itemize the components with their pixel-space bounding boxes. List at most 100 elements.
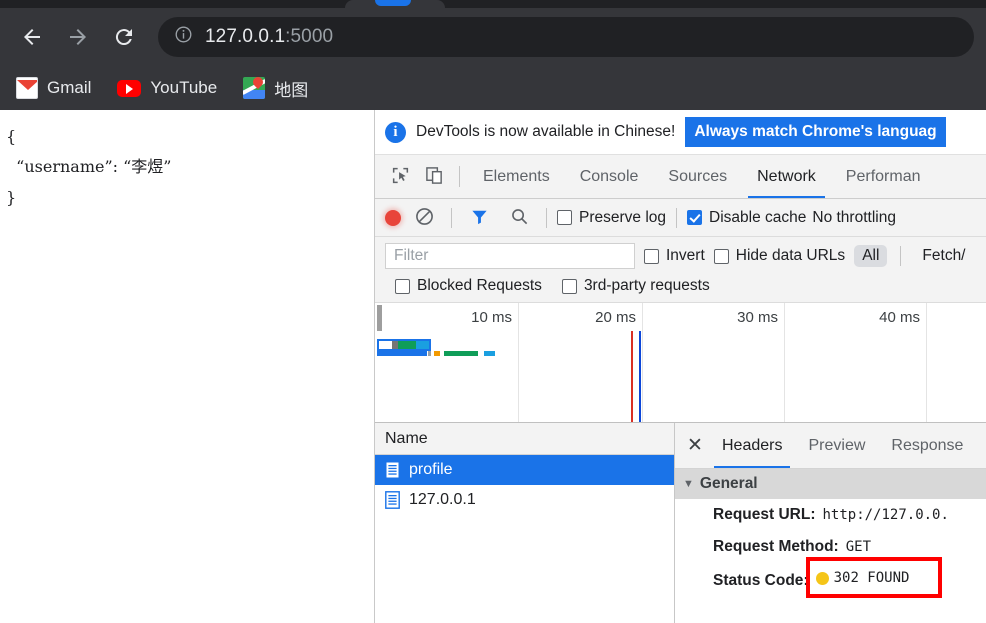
devtools-language-banner: i DevTools is now available in Chinese! … bbox=[375, 110, 986, 155]
google-maps-icon bbox=[243, 77, 266, 99]
blocked-requests-label: Blocked Requests bbox=[417, 277, 542, 294]
back-arrow-icon bbox=[20, 25, 44, 49]
timeline-gridline bbox=[642, 303, 643, 422]
tab-network[interactable]: Network bbox=[742, 155, 831, 198]
table-row[interactable]: 127.0.0.1 bbox=[375, 485, 674, 515]
third-party-requests-checkbox[interactable] bbox=[561, 278, 577, 294]
youtube-icon bbox=[117, 79, 142, 97]
inspect-element-icon bbox=[391, 166, 410, 188]
bookmarks-bar: Gmail YouTube 地图 bbox=[0, 66, 986, 110]
browser-toolbar: 127.0.0.1:5000 bbox=[0, 8, 986, 66]
reload-button[interactable] bbox=[104, 17, 144, 57]
toolbar-divider bbox=[459, 166, 460, 187]
disable-cache-checkbox[interactable] bbox=[687, 210, 703, 225]
request-method-value: GET bbox=[845, 539, 872, 555]
throttling-select[interactable]: No throttling bbox=[812, 209, 896, 227]
network-timeline-overview[interactable]: 10 ms 20 ms 30 ms 40 ms bbox=[375, 303, 986, 423]
request-method-key: Request Method: bbox=[713, 538, 839, 555]
reload-icon bbox=[112, 25, 136, 49]
devtools-panel: i DevTools is now available in Chinese! … bbox=[375, 110, 986, 623]
preserve-log-toggle[interactable]: Preserve log bbox=[557, 209, 666, 227]
web-page-viewport: { “username”: “李煜” } bbox=[0, 110, 375, 623]
waterfall-bar bbox=[377, 351, 427, 356]
timeline-tick-label: 20 ms bbox=[595, 309, 636, 326]
third-party-requests-toggle[interactable]: 3rd-party requests bbox=[561, 277, 710, 295]
json-response-body: { “username”: “李煜” } bbox=[6, 127, 172, 207]
record-button-icon[interactable] bbox=[385, 209, 401, 226]
back-button[interactable] bbox=[12, 17, 52, 57]
bookmark-maps[interactable]: 地图 bbox=[243, 76, 308, 101]
tab-preview[interactable]: Preview bbox=[795, 423, 878, 468]
filter-type-fetch[interactable]: Fetch/ bbox=[914, 245, 973, 267]
filter-button[interactable] bbox=[462, 207, 496, 229]
timeline-gridline bbox=[518, 303, 519, 422]
tab-accent-indicator bbox=[375, 0, 411, 6]
status-code-value: 302 FOUND bbox=[833, 570, 910, 586]
requests-list-pane: Name profile 127.0.0.1 bbox=[375, 423, 675, 623]
toolbar-divider bbox=[546, 207, 547, 228]
disable-cache-toggle[interactable]: Disable cache bbox=[687, 209, 806, 227]
preserve-log-label: Preserve log bbox=[579, 208, 667, 226]
network-filter-bar: Invert Hide data URLs All Fetch/ Blocked… bbox=[375, 237, 986, 303]
request-name: 127.0.0.1 bbox=[409, 491, 476, 508]
toolbar-divider bbox=[900, 246, 902, 266]
tab-response[interactable]: Response bbox=[878, 423, 976, 468]
match-chrome-language-button[interactable]: Always match Chrome's languag bbox=[685, 117, 946, 147]
bookmark-label: YouTube bbox=[150, 78, 218, 97]
clear-button[interactable] bbox=[407, 207, 441, 229]
request-details-pane: ✕ Headers Preview Response ▼ General Req… bbox=[675, 423, 986, 623]
invert-checkbox[interactable] bbox=[644, 248, 659, 264]
bookmark-label: Gmail bbox=[47, 78, 92, 97]
status-code-key: Status Code: bbox=[713, 571, 809, 589]
filter-input[interactable] bbox=[385, 243, 635, 269]
general-section-header[interactable]: ▼ General bbox=[675, 469, 986, 499]
url-host: 127.0.0.1 bbox=[205, 26, 286, 47]
search-button[interactable] bbox=[502, 207, 536, 229]
filter-type-all[interactable]: All bbox=[854, 245, 888, 267]
tab-elements[interactable]: Elements bbox=[468, 155, 565, 198]
timeline-gridline bbox=[784, 303, 785, 422]
disable-cache-label: Disable cache bbox=[709, 208, 807, 226]
address-bar[interactable]: 127.0.0.1:5000 bbox=[158, 17, 974, 57]
url-port: :5000 bbox=[285, 26, 334, 47]
inspect-element-button[interactable] bbox=[383, 155, 417, 198]
clear-icon bbox=[415, 207, 434, 229]
dom-content-loaded-line bbox=[639, 331, 641, 422]
network-detail-split: Name profile 127.0.0.1 ✕ Headers Preview… bbox=[375, 423, 986, 623]
device-toolbar-button[interactable] bbox=[417, 155, 451, 198]
banner-message: DevTools is now available in Chinese! bbox=[416, 123, 676, 140]
timeline-tick-label: 30 ms bbox=[737, 309, 778, 326]
bookmark-youtube[interactable]: YouTube bbox=[117, 78, 217, 98]
tab-performance[interactable]: Performan bbox=[831, 155, 936, 198]
waterfall-bar bbox=[377, 339, 431, 351]
bookmark-label: 地图 bbox=[274, 80, 309, 100]
general-section-label: General bbox=[699, 475, 758, 492]
tab-headers[interactable]: Headers bbox=[709, 423, 795, 468]
document-icon bbox=[385, 491, 400, 509]
network-toolbar: Preserve log Disable cache No throttling bbox=[375, 199, 986, 237]
preserve-log-checkbox[interactable] bbox=[557, 210, 572, 225]
info-icon: i bbox=[385, 121, 406, 143]
tab-console[interactable]: Console bbox=[565, 155, 654, 198]
requests-column-header[interactable]: Name bbox=[375, 423, 674, 455]
bookmark-gmail[interactable]: Gmail bbox=[16, 77, 91, 99]
tab-strip bbox=[0, 0, 986, 8]
timeline-gridline bbox=[926, 303, 927, 422]
invert-toggle[interactable]: Invert bbox=[644, 247, 705, 265]
forward-arrow-icon bbox=[66, 25, 90, 49]
forward-button[interactable] bbox=[58, 17, 98, 57]
timeline-tick-label: 40 ms bbox=[879, 309, 920, 326]
chevron-down-icon: ▼ bbox=[683, 478, 694, 490]
page-info-icon[interactable] bbox=[174, 25, 193, 49]
devtools-tab-bar: Elements Console Sources Network Perform… bbox=[375, 155, 986, 199]
hide-data-urls-toggle[interactable]: Hide data URLs bbox=[713, 247, 846, 265]
status-badge: 302 FOUND bbox=[805, 557, 942, 598]
filter-funnel-icon bbox=[470, 207, 489, 229]
blocked-requests-toggle[interactable]: Blocked Requests bbox=[395, 277, 542, 295]
hide-data-urls-label: Hide data URLs bbox=[735, 247, 846, 264]
blocked-requests-checkbox[interactable] bbox=[395, 278, 410, 294]
hide-data-urls-checkbox[interactable] bbox=[713, 248, 729, 264]
close-icon[interactable]: ✕ bbox=[681, 423, 709, 468]
table-row[interactable]: profile bbox=[375, 455, 674, 485]
tab-sources[interactable]: Sources bbox=[653, 155, 742, 198]
